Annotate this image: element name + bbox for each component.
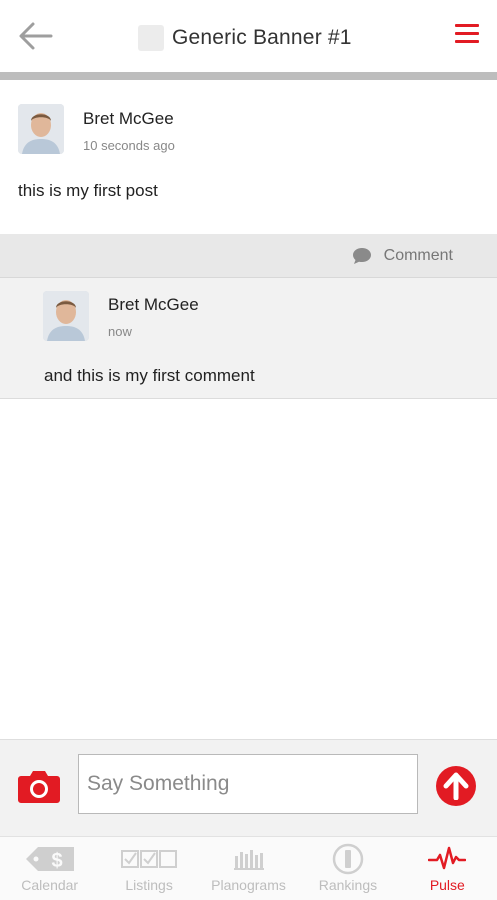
- menu-line-icon: [455, 40, 479, 43]
- comment-button[interactable]: Comment: [352, 244, 453, 268]
- camera-button[interactable]: [17, 768, 61, 804]
- post-timestamp: 10 seconds ago: [83, 138, 175, 153]
- comment-body: and this is my first comment: [44, 366, 255, 385]
- avatar-photo-icon: [43, 291, 89, 341]
- nav-label-planograms: Planograms: [211, 877, 286, 893]
- nav-item-rankings[interactable]: Rankings: [298, 837, 397, 900]
- say-something-input[interactable]: [78, 754, 418, 814]
- nav-item-calendar[interactable]: $ Calendar: [0, 837, 99, 900]
- shelf-bars-icon: [233, 850, 264, 870]
- back-arrow-icon: [19, 22, 53, 50]
- post-card: Bret McGee 10 seconds ago this is my fir…: [0, 80, 497, 216]
- message-composer: [0, 739, 497, 836]
- menu-line-icon: [455, 32, 479, 35]
- hamburger-menu-button[interactable]: [455, 24, 479, 48]
- app-header: Generic Banner #1: [0, 0, 497, 72]
- avatar-photo-icon: [18, 104, 64, 154]
- nav-label-rankings: Rankings: [318, 877, 378, 893]
- post-action-bar: Comment: [0, 234, 497, 278]
- post-body: this is my first post: [18, 181, 158, 200]
- calendar-tag-icon: $: [25, 847, 74, 872]
- send-button[interactable]: [436, 766, 476, 806]
- nav-label-calendar: Calendar: [21, 877, 79, 893]
- nav-label-listings: Listings: [125, 877, 173, 893]
- post-author-avatar[interactable]: [18, 104, 64, 154]
- nav-item-planograms[interactable]: Planograms: [199, 837, 298, 900]
- nav-item-pulse[interactable]: Pulse: [398, 837, 497, 900]
- camera-icon: [18, 771, 60, 803]
- svg-text:$: $: [51, 850, 62, 872]
- comment-timestamp: now: [108, 324, 132, 339]
- nav-label-pulse: Pulse: [429, 877, 465, 893]
- checkbox-list-icon: [121, 850, 178, 868]
- back-button[interactable]: [16, 18, 54, 54]
- pulse-icon: [428, 846, 467, 870]
- post-author-name[interactable]: Bret McGee: [83, 109, 174, 129]
- arrow-up-icon: [443, 772, 469, 800]
- comment-button-label: Comment: [383, 247, 453, 264]
- header-title-group: Generic Banner #1: [138, 22, 352, 54]
- menu-line-icon: [455, 24, 479, 27]
- speech-bubble-icon: [352, 248, 371, 264]
- comment-author-name[interactable]: Bret McGee: [108, 295, 199, 315]
- comment-author-avatar[interactable]: [43, 291, 89, 341]
- nav-item-listings[interactable]: Listings: [99, 837, 198, 900]
- banner-thumbnail: [138, 25, 164, 51]
- rank-circle-icon: [332, 843, 364, 875]
- bottom-navigation: $ Calendar Listings Planograms Rankings …: [0, 836, 497, 900]
- comment-item: Bret McGee now and this is my first comm…: [0, 278, 497, 399]
- page-title: Generic Banner #1: [172, 26, 352, 49]
- header-divider: [0, 72, 497, 80]
